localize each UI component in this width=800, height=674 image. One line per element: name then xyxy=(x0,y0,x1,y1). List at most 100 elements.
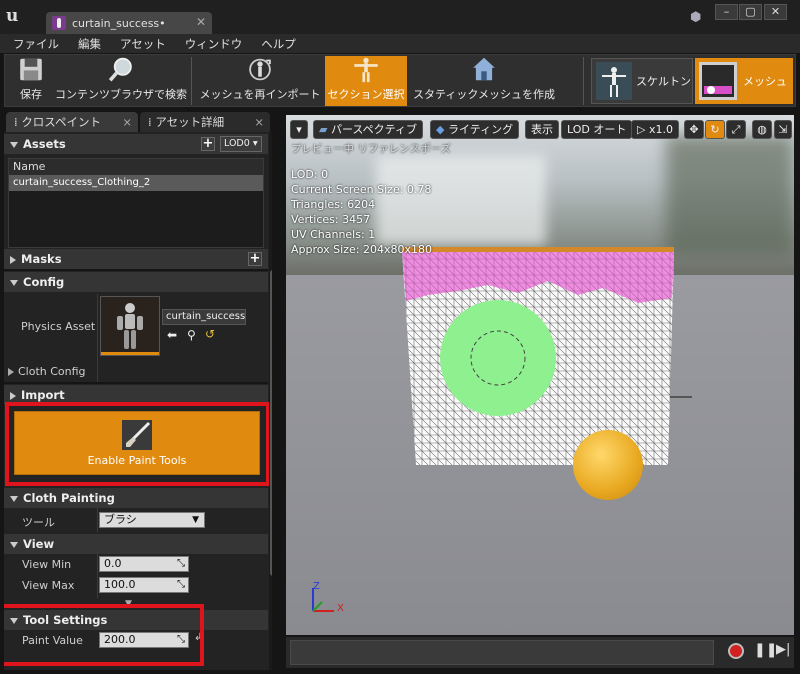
close-tab-icon[interactable]: ✕ xyxy=(196,15,206,29)
minimize-button[interactable]: – xyxy=(715,4,738,20)
stats-overlay: LOD: 0 Current Screen Size: 0.78 Triangl… xyxy=(291,167,432,257)
lod-auto-label: LOD オート xyxy=(567,123,627,136)
perspective-button[interactable]: ▰ パースペクティブ xyxy=(313,120,423,139)
maximize-viewport-button[interactable]: ⇲ xyxy=(774,120,792,139)
maximize-button[interactable]: ▢ xyxy=(739,4,762,20)
animation-bar: ❚❚ ▶| xyxy=(286,637,794,668)
show-button[interactable]: 表示 xyxy=(525,120,559,139)
physics-body-icon xyxy=(101,297,159,355)
tool-value: ブラシ xyxy=(104,513,137,526)
list-item[interactable]: curtain_success_Clothing_2 xyxy=(9,175,263,191)
document-tab[interactable]: curtain_success• ✕ xyxy=(46,12,212,34)
assets-header: Assets xyxy=(23,137,66,151)
config-section-header[interactable]: Config xyxy=(4,272,268,292)
physics-asset-thumbnail[interactable] xyxy=(100,296,160,356)
skeleton-label: スケルトン xyxy=(636,75,691,88)
menu-help[interactable]: ヘルプ xyxy=(261,36,296,52)
stat-uv-channels: UV Channels: 1 xyxy=(291,228,376,241)
import-header: Import xyxy=(21,388,65,402)
expand-arrow-icon xyxy=(10,141,18,148)
enable-paint-tools-label: Enable Paint Tools xyxy=(87,453,187,467)
dropdown-arrow-icon: ▾ xyxy=(296,123,302,136)
translate-tool-button[interactable]: ✥ xyxy=(684,120,704,139)
menu-file[interactable]: ファイル xyxy=(13,36,59,52)
lod-dropdown[interactable]: LOD0 ▾ xyxy=(220,136,262,152)
lit-cube-icon: ◆ xyxy=(436,123,448,136)
masks-header: Masks xyxy=(21,252,62,266)
toolbar: 保存 コンテンツブラウザで検索 メッシュを再インポート セクション選択 スタティ… xyxy=(4,54,796,107)
reset-icon[interactable]: ↺ xyxy=(205,327,215,341)
physics-asset-dropdown[interactable]: curtain_success ▾ xyxy=(162,309,246,325)
create-static-label: スタティックメッシュを作成 xyxy=(413,88,555,101)
expand-arrow-icon xyxy=(10,541,18,548)
mesh-icon xyxy=(699,62,737,100)
source-control-icon[interactable]: ⬢ xyxy=(690,10,704,25)
timeline-track[interactable] xyxy=(290,640,714,665)
config-header: Config xyxy=(23,275,65,289)
view-max-field[interactable]: 100.0 xyxy=(99,577,189,593)
skeleton-mode-button[interactable]: スケルトン xyxy=(591,58,693,104)
mesh-label: メッシュ xyxy=(743,75,787,88)
menu-edit[interactable]: 編集 xyxy=(78,36,101,52)
create-static-mesh-button[interactable]: スタティックメッシュを作成 xyxy=(411,56,557,106)
browse-search-icon[interactable]: ⚲ xyxy=(187,328,196,342)
physics-asset-value: curtain_success xyxy=(166,311,246,322)
tab-cloth-paint[interactable]: ⁞ クロスペイント × xyxy=(6,112,138,132)
preview-caption: プレビュー中 リファレンスポーズ xyxy=(291,143,452,155)
find-in-content-browser-button[interactable]: コンテンツブラウザで検索 xyxy=(55,56,187,106)
lighting-button[interactable]: ◆ ライティング xyxy=(430,120,520,139)
enable-paint-tools-button[interactable]: Enable Paint Tools xyxy=(14,411,260,475)
pause-button[interactable]: ❚❚ xyxy=(754,642,777,658)
playback-speed-button[interactable]: ▷ x1.0 xyxy=(631,120,679,139)
cloth-painting-section-header[interactable]: Cloth Painting xyxy=(4,488,268,508)
reimport-mesh-button[interactable]: メッシュを再インポート xyxy=(195,56,325,106)
axis-x-label: X xyxy=(337,603,344,614)
document-tab-title: curtain_success• xyxy=(72,16,166,30)
cloth-config-row[interactable]: Cloth Config xyxy=(8,365,86,378)
divider xyxy=(97,294,98,382)
skeleton-icon xyxy=(596,62,632,100)
skeleton-pose-icon xyxy=(354,57,378,83)
stat-screen-size: Current Screen Size: 0.78 xyxy=(291,183,432,196)
content-browser-label: コンテンツブラウザで検索 xyxy=(55,88,187,101)
physics-asset-label: Physics Asset xyxy=(21,320,96,333)
section-select-button[interactable]: セクション選択 xyxy=(325,56,407,106)
paintbrush-icon xyxy=(122,419,152,450)
mesh-mode-button[interactable]: メッシュ xyxy=(695,58,793,104)
panel-scrollbar[interactable] xyxy=(270,270,272,576)
world-local-button[interactable]: ◍ xyxy=(752,120,772,139)
add-asset-button[interactable]: + xyxy=(201,137,215,151)
divider xyxy=(97,552,98,598)
menu-window[interactable]: ウィンドウ xyxy=(185,36,243,52)
record-button[interactable] xyxy=(728,643,744,659)
tab-asset-details[interactable]: ⁞ アセット詳細 × xyxy=(140,112,270,132)
close-tab-icon[interactable]: × xyxy=(254,112,264,132)
tool-dropdown[interactable]: ブラシ ▼ xyxy=(99,512,205,528)
use-selected-arrow-icon[interactable]: ⬅ xyxy=(167,328,177,342)
lod-auto-button[interactable]: LOD オート xyxy=(561,120,633,139)
lighting-label: ライティング xyxy=(447,123,514,136)
save-button[interactable]: 保存 xyxy=(9,56,53,106)
viewport-options-button[interactable]: ▾ xyxy=(290,120,308,139)
scale-tool-button[interactable]: ⤢ xyxy=(726,120,746,139)
close-window-button[interactable]: ✕ xyxy=(764,4,787,20)
step-forward-button[interactable]: ▶| xyxy=(776,642,790,657)
collapse-arrow-icon xyxy=(10,255,16,264)
tool-label: ツール xyxy=(22,516,55,529)
section-select-label: セクション選択 xyxy=(327,88,405,101)
show-label: 表示 xyxy=(531,123,553,136)
play-icon: ▷ xyxy=(637,123,649,136)
unreal-logo-icon: u xyxy=(6,6,19,26)
assets-column-header[interactable]: Name xyxy=(9,159,263,175)
close-tab-icon[interactable]: × xyxy=(122,112,132,132)
menu-asset[interactable]: アセット xyxy=(120,36,166,52)
masks-section-header[interactable]: Masks xyxy=(4,249,268,269)
toolbar-separator xyxy=(191,57,192,105)
rotate-tool-button[interactable]: ↻ xyxy=(705,120,725,139)
view-section-header[interactable]: View xyxy=(4,534,268,554)
preview-viewport[interactable]: プレビュー中 リファレンスポーズ LOD: 0 Current Screen S… xyxy=(286,115,794,635)
cloth-mesh-preview xyxy=(402,247,674,465)
view-min-field[interactable]: 0.0 xyxy=(99,556,189,572)
add-mask-button[interactable]: + xyxy=(248,252,262,266)
assets-list: Name curtain_success_Clothing_2 xyxy=(8,158,264,248)
